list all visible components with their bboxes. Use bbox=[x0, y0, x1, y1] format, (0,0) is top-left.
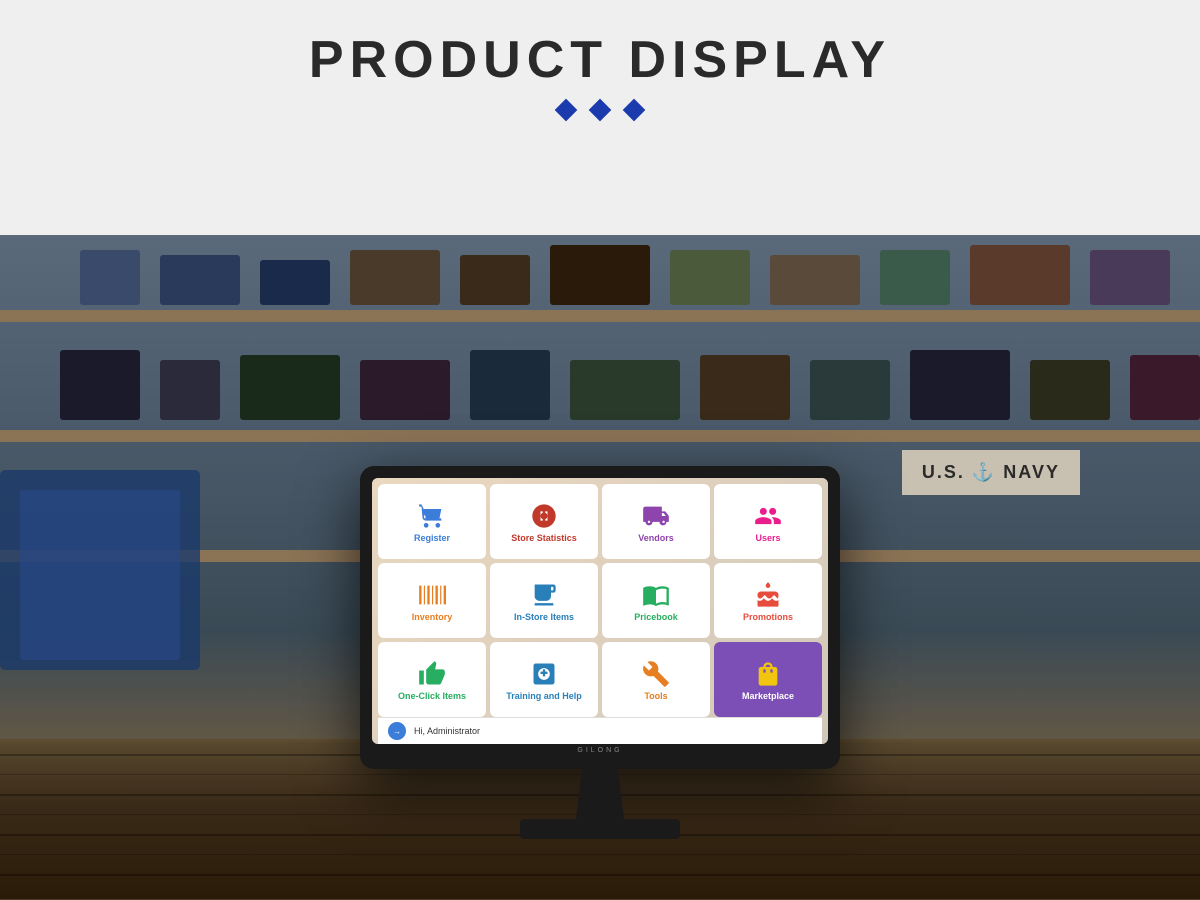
header-section: PRODUCT DISPLAY bbox=[0, 0, 1200, 138]
monitor: Register Store Statistics Vendors Users Inve… bbox=[360, 466, 840, 769]
shelf-item bbox=[910, 350, 1010, 420]
marketplace-icon bbox=[754, 660, 782, 688]
page-title: PRODUCT DISPLAY bbox=[0, 30, 1200, 90]
shelf-item bbox=[60, 350, 140, 420]
monitor-base bbox=[520, 819, 680, 839]
monitor-brand: GILONG bbox=[372, 744, 828, 757]
users-label: Users bbox=[755, 533, 780, 544]
diamond-3 bbox=[623, 99, 646, 122]
shelf-item bbox=[970, 245, 1070, 305]
shelf-item bbox=[1130, 355, 1200, 420]
shelf-2 bbox=[0, 430, 1200, 442]
register-icon bbox=[418, 502, 446, 530]
shelf-1 bbox=[0, 310, 1200, 322]
app-grid: Register Store Statistics Vendors Users Inve… bbox=[378, 484, 822, 717]
user-greeting: Hi, Administrator bbox=[414, 726, 480, 736]
one-click-items-icon bbox=[418, 660, 446, 688]
fabric-display bbox=[20, 490, 180, 660]
promotions-icon bbox=[754, 581, 782, 609]
app-tile-vendors[interactable]: Vendors bbox=[602, 484, 710, 559]
shelf-item bbox=[80, 250, 140, 305]
shelf-item bbox=[470, 350, 550, 420]
marketplace-label: Marketplace bbox=[742, 691, 794, 702]
tools-icon bbox=[642, 660, 670, 688]
vendors-icon bbox=[642, 502, 670, 530]
shelf-item bbox=[880, 250, 950, 305]
app-tile-users[interactable]: Users bbox=[714, 484, 822, 559]
inventory-label: Inventory bbox=[412, 612, 453, 623]
shelf-item bbox=[1030, 360, 1110, 420]
shelf-item bbox=[360, 360, 450, 420]
store-statistics-icon bbox=[530, 502, 558, 530]
navy-sign: U.S. ⚓ NAVY bbox=[902, 450, 1080, 495]
app-tile-pricebook[interactable]: Pricebook bbox=[602, 563, 710, 638]
training-and-help-icon bbox=[530, 660, 558, 688]
training-and-help-label: Training and Help bbox=[506, 691, 582, 702]
shelf-item bbox=[260, 260, 330, 305]
shelf-item bbox=[160, 360, 220, 420]
shelf-item bbox=[240, 355, 340, 420]
promotions-label: Promotions bbox=[743, 612, 793, 623]
shelf-item bbox=[700, 355, 790, 420]
shelf-item bbox=[160, 255, 240, 305]
shelf-item bbox=[1090, 250, 1170, 305]
app-tile-instore-items[interactable]: In-Store Items bbox=[490, 563, 598, 638]
vendors-label: Vendors bbox=[638, 533, 674, 544]
decorative-diamonds bbox=[0, 102, 1200, 118]
app-tile-store-statistics[interactable]: Store Statistics bbox=[490, 484, 598, 559]
app-tile-register[interactable]: Register bbox=[378, 484, 486, 559]
shelf-item bbox=[550, 245, 650, 305]
shelf-item bbox=[570, 360, 680, 420]
monitor-container: Register Store Statistics Vendors Users Inve… bbox=[360, 466, 840, 839]
users-icon bbox=[754, 502, 782, 530]
app-tile-marketplace[interactable]: Marketplace bbox=[714, 642, 822, 717]
shelf-item bbox=[810, 360, 890, 420]
diamond-1 bbox=[555, 99, 578, 122]
monitor-stand bbox=[570, 769, 630, 819]
shelf-item bbox=[670, 250, 750, 305]
status-bar: → Hi, Administrator bbox=[378, 717, 822, 744]
app-tile-inventory[interactable]: Inventory bbox=[378, 563, 486, 638]
app-tile-tools[interactable]: Tools bbox=[602, 642, 710, 717]
app-tile-one-click-items[interactable]: One-Click Items bbox=[378, 642, 486, 717]
instore-items-icon bbox=[530, 581, 558, 609]
inventory-icon bbox=[418, 581, 446, 609]
pricebook-label: Pricebook bbox=[634, 612, 678, 623]
shelf-item bbox=[770, 255, 860, 305]
user-avatar: → bbox=[388, 722, 406, 740]
app-tile-training-and-help[interactable]: Training and Help bbox=[490, 642, 598, 717]
app-tile-promotions[interactable]: Promotions bbox=[714, 563, 822, 638]
pricebook-icon bbox=[642, 581, 670, 609]
monitor-screen: Register Store Statistics Vendors Users Inve… bbox=[372, 478, 828, 744]
shelf-item bbox=[460, 255, 530, 305]
tools-label: Tools bbox=[644, 691, 667, 702]
register-label: Register bbox=[414, 533, 450, 544]
shelf-item bbox=[350, 250, 440, 305]
screen-content: Register Store Statistics Vendors Users Inve… bbox=[372, 478, 828, 744]
diamond-2 bbox=[589, 99, 612, 122]
store-statistics-label: Store Statistics bbox=[511, 533, 577, 544]
instore-items-label: In-Store Items bbox=[514, 612, 574, 623]
one-click-items-label: One-Click Items bbox=[398, 691, 466, 702]
